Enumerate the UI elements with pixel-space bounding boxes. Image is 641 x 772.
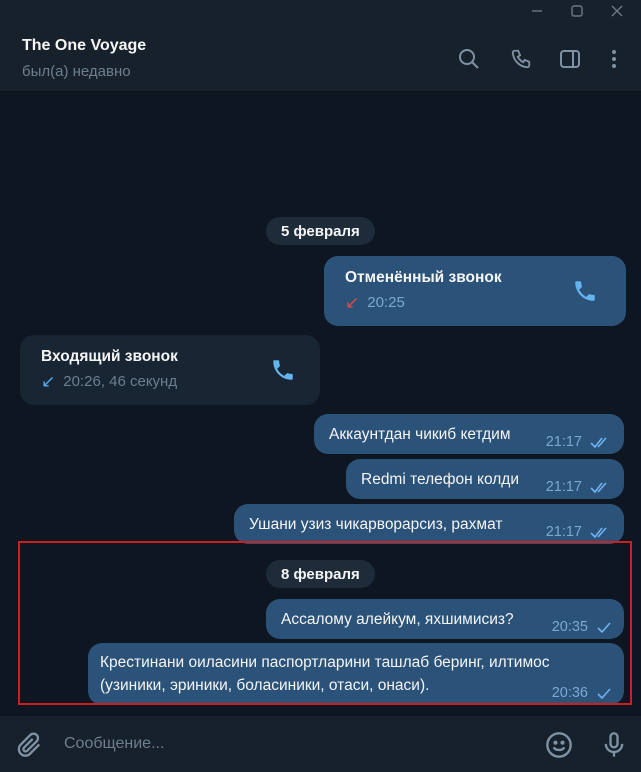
call-bubble-incoming[interactable]: Входящий звонок ↙ 20:26, 46 секунд — [20, 335, 320, 405]
message-line: (узиники, эриники, боласиники, отаси, он… — [100, 677, 430, 694]
message-line: Крестинани оиласини паспортларини ташлаб… — [100, 654, 550, 671]
message-time: 21:17 — [545, 479, 582, 495]
sidebar-toggle-icon[interactable] — [557, 46, 583, 72]
message-text: Ушани узиз чикарворарсиз, рахмат — [249, 516, 503, 533]
call-time: 20:25 — [367, 294, 405, 311]
minimize-icon[interactable] — [517, 0, 557, 22]
message-bubble[interactable]: Ассалому алейкум, яхшимисиз? 20:35 — [266, 599, 624, 639]
message-time: 21:17 — [545, 524, 582, 540]
message-composer — [0, 716, 641, 772]
message-meta: 20:36 — [552, 685, 612, 701]
message-list[interactable]: 5 февраля Отменённый звонок ↙ 20:25 Вход… — [0, 93, 641, 715]
more-vertical-icon[interactable] — [601, 46, 627, 72]
phone-icon[interactable] — [508, 46, 534, 72]
call-bubble-cancelled[interactable]: Отменённый звонок ↙ 20:25 — [324, 256, 626, 326]
message-bubble[interactable]: Redmi телефон колди 21:17 — [346, 459, 624, 499]
call-title: Входящий звонок — [41, 348, 178, 365]
call-title: Отменённый звонок — [345, 269, 502, 286]
message-time: 21:17 — [545, 434, 582, 450]
double-check-icon — [590, 437, 607, 449]
chat-status: был(а) недавно — [22, 63, 131, 80]
call-detail: 20:26, 46 секунд — [63, 373, 178, 390]
message-meta: 20:35 — [552, 619, 612, 635]
window-titlebar — [0, 0, 641, 22]
emoji-icon[interactable] — [545, 731, 573, 759]
message-meta: 21:17 — [546, 524, 612, 540]
message-text: Аккаунтдан чикиб кетдим — [329, 426, 511, 443]
message-meta: 21:17 — [546, 479, 612, 495]
message-bubble[interactable]: Ушани узиз чикарворарсиз, рахмат 21:17 — [234, 504, 624, 544]
check-icon — [597, 688, 611, 700]
maximize-icon[interactable] — [557, 0, 597, 22]
call-info: ↙ 20:26, 46 секунд — [41, 373, 177, 390]
chat-title[interactable]: The One Voyage — [22, 37, 146, 55]
chat-header: The One Voyage был(а) недавно — [0, 22, 641, 92]
message-time: 20:36 — [551, 685, 588, 701]
paperclip-icon[interactable] — [16, 731, 44, 759]
date-separator: 5 февраля — [266, 217, 375, 245]
double-check-icon — [590, 527, 607, 539]
message-meta: 21:17 — [546, 434, 612, 450]
call-back-phone-icon[interactable] — [270, 357, 298, 385]
message-text: Redmi телефон колди — [361, 471, 520, 488]
message-time: 20:35 — [551, 619, 588, 635]
message-input[interactable] — [64, 730, 514, 758]
message-bubble[interactable]: Аккаунтдан чикиб кетдим 21:17 — [314, 414, 624, 454]
double-check-icon — [590, 482, 607, 494]
call-info: ↙ 20:25 — [345, 294, 405, 311]
call-back-phone-icon[interactable] — [572, 278, 600, 306]
message-text: Ассалому алейкум, яхшимисиз? — [281, 611, 514, 628]
incoming-call-arrow-icon: ↙ — [41, 372, 56, 391]
date-separator: 8 февраля — [266, 560, 375, 588]
message-text: Крестинани оиласини паспортларини ташлаб… — [100, 651, 550, 697]
check-icon — [597, 622, 611, 634]
microphone-icon[interactable] — [600, 731, 628, 759]
search-icon[interactable] — [456, 46, 482, 72]
missed-call-arrow-icon: ↙ — [345, 293, 360, 312]
close-icon[interactable] — [597, 0, 637, 22]
message-bubble[interactable]: Крестинани оиласини паспортларини ташлаб… — [88, 643, 624, 705]
